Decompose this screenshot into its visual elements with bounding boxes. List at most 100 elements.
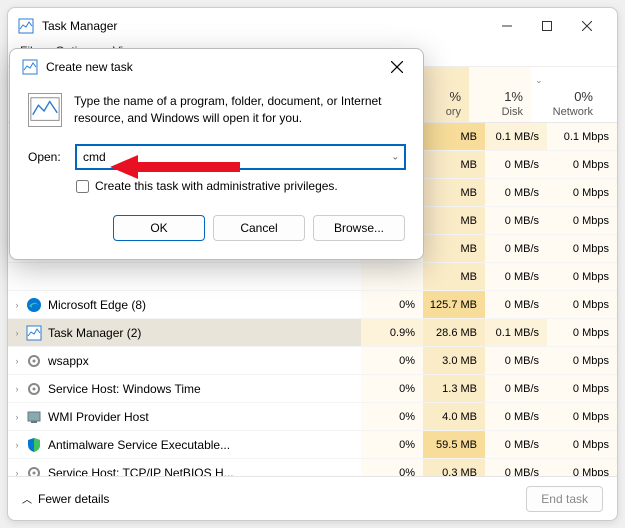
bottom-bar: ︿ Fewer details End task bbox=[8, 476, 617, 520]
table-row[interactable]: MB0 MB/s0 Mbps bbox=[8, 263, 617, 291]
column-network[interactable]: ⌄ 0% Network bbox=[531, 67, 601, 122]
fewer-details-toggle[interactable]: ︿ Fewer details bbox=[22, 491, 109, 506]
disk-cell: 0 MB/s bbox=[485, 151, 547, 178]
close-button[interactable] bbox=[567, 11, 607, 41]
disk-cell: 0.1 MB/s bbox=[485, 123, 547, 150]
maximize-button[interactable] bbox=[527, 11, 567, 41]
memory-cell: MB bbox=[423, 123, 485, 150]
expand-icon[interactable]: › bbox=[8, 440, 26, 450]
expand-icon[interactable]: › bbox=[8, 300, 26, 310]
network-cell: 0 Mbps bbox=[547, 291, 617, 318]
open-label: Open: bbox=[28, 150, 66, 164]
network-cell: 0 Mbps bbox=[547, 347, 617, 374]
memory-cell: MB bbox=[423, 207, 485, 234]
disk-cell: 0 MB/s bbox=[485, 375, 547, 402]
dialog-titlebar: Create new task bbox=[10, 49, 423, 85]
network-cell: 0 Mbps bbox=[547, 459, 617, 476]
network-cell: 0 Mbps bbox=[547, 319, 617, 346]
table-row[interactable]: ›wsappx0%3.0 MB0 MB/s0 Mbps bbox=[8, 347, 617, 375]
process-icon bbox=[26, 437, 42, 453]
memory-cell: 59.5 MB bbox=[423, 431, 485, 458]
memory-cell: 28.6 MB bbox=[423, 319, 485, 346]
process-name: Microsoft Edge (8) bbox=[48, 298, 361, 312]
memory-cell: 4.0 MB bbox=[423, 403, 485, 430]
chevron-up-icon: ︿ bbox=[22, 491, 32, 506]
memory-cell: MB bbox=[423, 151, 485, 178]
ok-button[interactable]: OK bbox=[113, 215, 205, 241]
memory-cell: 1.3 MB bbox=[423, 375, 485, 402]
table-row[interactable]: › Antimalware Service Executable...0%59.5… bbox=[8, 431, 617, 459]
browse-button[interactable]: Browse... bbox=[313, 215, 405, 241]
table-row[interactable]: ›Task Manager (2)0.9%28.6 MB0.1 MB/s0 Mb… bbox=[8, 319, 617, 347]
process-name: Antimalware Service Executable... bbox=[48, 438, 361, 452]
admin-checkbox[interactable] bbox=[76, 180, 89, 193]
disk-cell: 0 MB/s bbox=[485, 263, 547, 290]
process-name: WMI Provider Host bbox=[48, 410, 361, 424]
disk-cell: 0 MB/s bbox=[485, 459, 547, 476]
dialog-close-button[interactable] bbox=[383, 53, 411, 81]
expand-icon[interactable]: › bbox=[8, 384, 26, 394]
process-name: Task Manager (2) bbox=[48, 326, 361, 340]
process-icon bbox=[26, 465, 42, 477]
table-row[interactable]: › WMI Provider Host0%4.0 MB0 MB/s0 Mbps bbox=[8, 403, 617, 431]
window-title: Task Manager bbox=[42, 19, 487, 33]
run-large-icon bbox=[28, 93, 62, 127]
admin-label: Create this task with administrative pri… bbox=[95, 179, 338, 193]
process-icon bbox=[26, 409, 42, 425]
process-icon bbox=[26, 381, 42, 397]
network-cell: 0 Mbps bbox=[547, 235, 617, 262]
process-name: Service Host: Windows Time bbox=[48, 382, 361, 396]
memory-cell: MB bbox=[423, 263, 485, 290]
process-icon bbox=[26, 353, 42, 369]
cancel-button[interactable]: Cancel bbox=[213, 215, 305, 241]
open-input[interactable] bbox=[76, 145, 405, 169]
network-cell: 0 Mbps bbox=[547, 151, 617, 178]
column-disk[interactable]: 1% Disk bbox=[469, 67, 531, 122]
cpu-cell: 0% bbox=[361, 347, 423, 374]
process-icon bbox=[26, 325, 42, 341]
network-cell: 0 Mbps bbox=[547, 375, 617, 402]
expand-icon[interactable]: › bbox=[8, 412, 26, 422]
memory-cell: 125.7 MB bbox=[423, 291, 485, 318]
disk-cell: 0 MB/s bbox=[485, 403, 547, 430]
cpu-cell: 0% bbox=[361, 291, 423, 318]
disk-cell: 0 MB/s bbox=[485, 179, 547, 206]
disk-cell: 0 MB/s bbox=[485, 431, 547, 458]
network-cell: 0 Mbps bbox=[547, 207, 617, 234]
dropdown-icon[interactable]: ⌄ bbox=[391, 152, 399, 163]
open-combobox[interactable]: ⌄ bbox=[76, 145, 405, 169]
expand-icon[interactable]: › bbox=[8, 328, 26, 338]
disk-cell: 0.1 MB/s bbox=[485, 319, 547, 346]
process-icon bbox=[26, 269, 42, 285]
dialog-description: Type the name of a program, folder, docu… bbox=[74, 93, 405, 127]
task-manager-icon bbox=[18, 18, 34, 34]
process-icon bbox=[26, 297, 42, 313]
network-cell: 0 Mbps bbox=[547, 403, 617, 430]
table-row[interactable]: ›Service Host: TCP/IP NetBIOS H...0%0.3 … bbox=[8, 459, 617, 476]
network-cell: 0.1 Mbps bbox=[547, 123, 617, 150]
disk-cell: 0 MB/s bbox=[485, 347, 547, 374]
table-row[interactable]: › Service Host: Windows Time0%1.3 MB0 MB/… bbox=[8, 375, 617, 403]
create-task-dialog: Create new task Type the name of a progr… bbox=[9, 48, 424, 260]
chevron-down-icon: ⌄ bbox=[535, 75, 543, 86]
disk-cell: 0 MB/s bbox=[485, 207, 547, 234]
network-cell: 0 Mbps bbox=[547, 431, 617, 458]
expand-icon[interactable]: › bbox=[8, 468, 26, 477]
process-name: Service Host: TCP/IP NetBIOS H... bbox=[48, 466, 361, 477]
cpu-cell: 0% bbox=[361, 375, 423, 402]
network-cell: 0 Mbps bbox=[547, 263, 617, 290]
table-row[interactable]: › Microsoft Edge (8)0%125.7 MB0 MB/s0 Mbp… bbox=[8, 291, 617, 319]
disk-cell: 0 MB/s bbox=[485, 291, 547, 318]
minimize-button[interactable] bbox=[487, 11, 527, 41]
titlebar: Task Manager bbox=[8, 8, 617, 44]
cpu-cell: 0% bbox=[361, 431, 423, 458]
network-cell: 0 Mbps bbox=[547, 179, 617, 206]
cpu-cell bbox=[361, 263, 423, 290]
cpu-cell: 0% bbox=[361, 403, 423, 430]
memory-cell: MB bbox=[423, 179, 485, 206]
disk-cell: 0 MB/s bbox=[485, 235, 547, 262]
memory-cell: 0.3 MB bbox=[423, 459, 485, 476]
end-task-button[interactable]: End task bbox=[526, 486, 603, 512]
expand-icon[interactable]: › bbox=[8, 356, 26, 366]
memory-cell: MB bbox=[423, 235, 485, 262]
